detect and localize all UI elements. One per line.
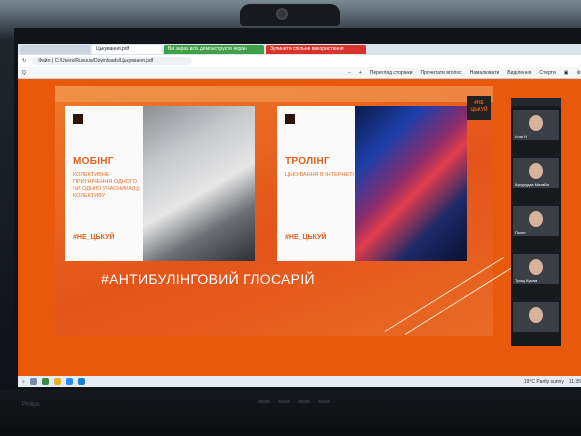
avatar (529, 259, 543, 275)
zoom-in-icon[interactable]: + (359, 70, 362, 76)
zoom-out-icon[interactable]: − (348, 70, 351, 76)
taskview-icon[interactable] (29, 378, 37, 385)
card-mobbing: МОБІНГ КОЛЕКТИВНЕ ПРИГНІЧЕННЯ ОДНОГО ЧИ … (65, 106, 255, 261)
read-aloud-button[interactable]: Прочитати вголос (421, 70, 462, 76)
monitor-button[interactable] (318, 400, 330, 403)
card-hashtag: #НЕ_ЦЬКУЙ (73, 234, 115, 241)
brand-logo-text: #НЕ ЦЬКУЙ (470, 100, 488, 113)
webcam (240, 4, 340, 26)
browser-tabbar: Цькування.pdf Ви зараз всіх демонструєте… (18, 44, 581, 55)
participant-tile[interactable]: Кукурудза Михайл (513, 158, 559, 188)
monitor-bezel (0, 390, 581, 436)
mini-logo-icon (285, 114, 295, 124)
erase-button[interactable]: Стерти (539, 70, 555, 76)
browser-tab-pdf[interactable]: Цькування.pdf (92, 45, 162, 54)
page-view-button[interactable]: Перегляд сторінки (370, 70, 413, 76)
card-title: ТРОЛІНГ (285, 156, 330, 167)
card-description: КОЛЕКТИВНЕ ПРИГНІЧЕННЯ ОДНОГО ЧИ ОДНІЄЇ … (73, 172, 140, 199)
participant-name: Трищ Кукам (515, 278, 538, 283)
back-icon[interactable]: ↻ (22, 58, 26, 64)
clock[interactable]: 11:35 (569, 379, 581, 385)
webcam-lens (276, 8, 288, 20)
search-icon[interactable]: ⌕ (22, 379, 25, 385)
avatar (529, 163, 543, 179)
monitor-brand: Philips (22, 402, 40, 408)
participant-tile[interactable]: Трищ Кукам (513, 254, 559, 284)
url-field[interactable]: Файл | C:/Users/Ruvuua/Downloads/Цькуван… (32, 57, 193, 65)
participants-panel: Ілля Н Кукурудза Михайл Полін Трищ Кукам (511, 98, 561, 346)
participant-name: Кукурудза Михайл (515, 182, 549, 187)
edge-icon[interactable] (77, 378, 85, 385)
panel-toolbar (511, 98, 561, 106)
participant-name: Полін (515, 230, 526, 235)
slide-title: #АНТИБУЛІНГОВИЙ ГЛОСАРІЙ (101, 271, 315, 287)
decor-line (384, 256, 504, 332)
zoom-icon[interactable] (65, 378, 73, 385)
participant-tile[interactable] (513, 302, 559, 332)
avatar (529, 307, 543, 323)
card-title: МОБІНГ (73, 156, 114, 167)
save-icon[interactable]: ▣ (564, 70, 569, 76)
avatar (529, 115, 543, 131)
browser-tab-1[interactable] (20, 45, 90, 54)
brand-logo: #НЕ ЦЬКУЙ (467, 96, 491, 120)
participant-tile[interactable]: Полін (513, 206, 559, 236)
monitor-button[interactable] (258, 400, 270, 403)
stressed-man-photo (143, 106, 255, 261)
participant-tile[interactable]: Ілля Н (513, 110, 559, 140)
pdf-slide: #НЕ ЦЬКУЙ МОБІНГ КОЛЕКТИВНЕ ПРИГНІЧЕННЯ … (55, 86, 524, 336)
avatar (529, 211, 543, 227)
windows-taskbar: ⌕ 19°С Partly sunny 11:35 (18, 376, 581, 387)
highlight-button[interactable]: Виділення (507, 70, 531, 76)
settings-icon[interactable]: ⚙ (577, 70, 581, 76)
card-text-panel: МОБІНГ КОЛЕКТИВНЕ ПРИГНІЧЕННЯ ОДНОГО ЧИ … (65, 106, 143, 261)
screen-share-notice: Ви зараз всіх демонструєте екран (164, 45, 264, 54)
photo-scene: Цькування.pdf Ви зараз всіх демонструєте… (0, 0, 581, 436)
participant-name: Ілля Н (515, 134, 527, 139)
weather-widget[interactable]: 19°С Partly sunny (524, 379, 564, 385)
monitor-button[interactable] (298, 400, 310, 403)
monitor-button[interactable] (278, 400, 290, 403)
chrome-icon[interactable] (41, 378, 49, 385)
pdf-toolbar: Q − + Перегляд сторінки Прочитати вголос… (18, 67, 581, 79)
glitch-woman-photo (355, 106, 467, 261)
card-text-panel: ТРОЛІНГ ЦЬКУВАННЯ В ІНТЕРНЕТІ #НЕ_ЦЬКУЙ (277, 106, 355, 261)
explorer-icon[interactable] (53, 378, 61, 385)
draw-button[interactable]: Намалювати (470, 70, 500, 76)
stop-sharing-button[interactable]: Зупинити спільне використання (266, 45, 366, 54)
mini-logo-icon (73, 114, 83, 124)
card-trolling: ТРОЛІНГ ЦЬКУВАННЯ В ІНТЕРНЕТІ #НЕ_ЦЬКУЙ (277, 106, 467, 261)
search-icon[interactable]: Q (22, 70, 26, 76)
slide-stripe (55, 86, 493, 102)
card-hashtag: #НЕ_ЦЬКУЙ (285, 234, 327, 241)
address-bar: ↻ Файл | C:/Users/Ruvuua/Downloads/Цькув… (18, 55, 581, 67)
card-description: ЦЬКУВАННЯ В ІНТЕРНЕТІ (285, 172, 354, 178)
